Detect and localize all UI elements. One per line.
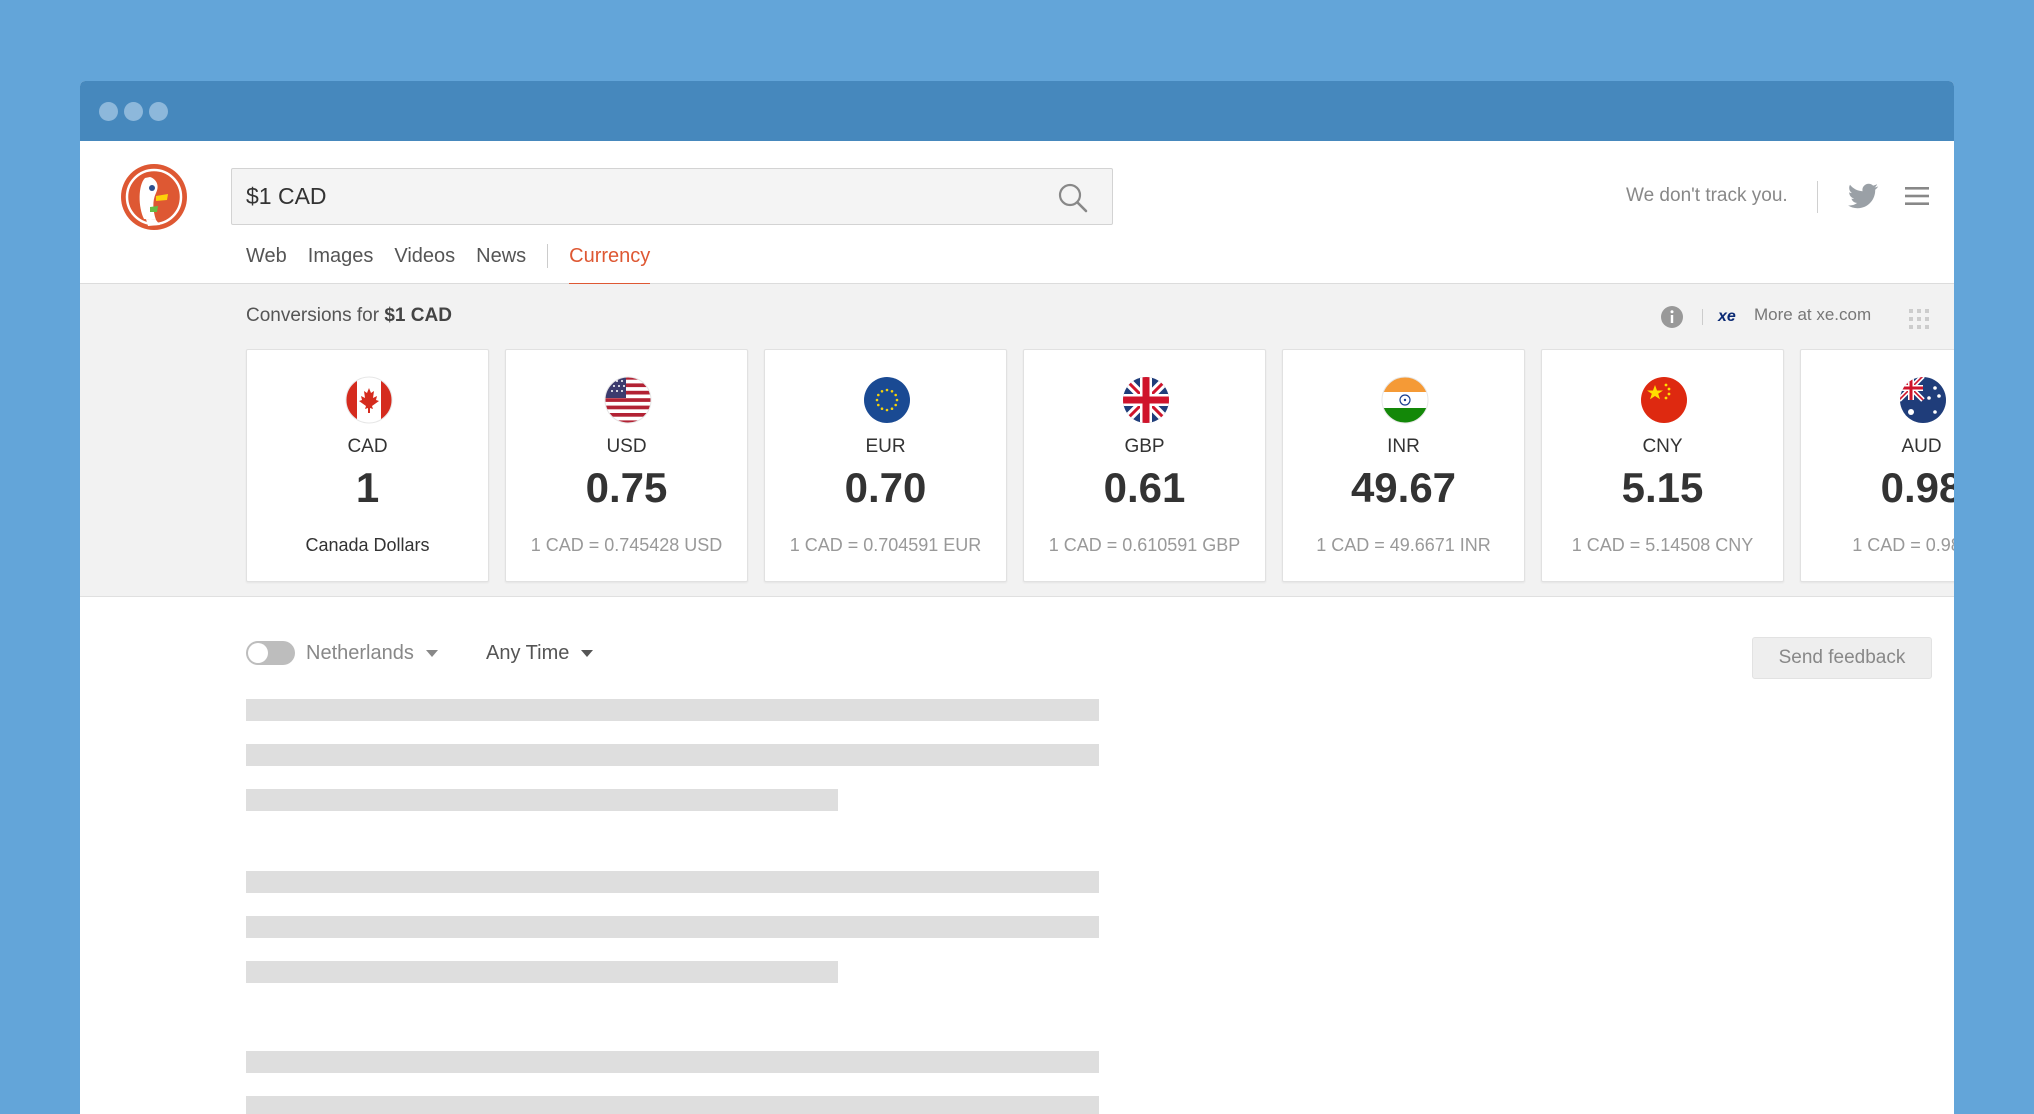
skeleton-line [246, 1051, 1099, 1073]
window-minimize-dot[interactable] [124, 102, 143, 121]
currency-rate: 1 CAD = 0.745428 USD [530, 535, 723, 555]
skeleton-line [246, 699, 1099, 721]
currency-code: USD [606, 436, 647, 457]
time-dropdown[interactable]: Any Time [486, 642, 594, 665]
currency-name: Canada Dollars [305, 535, 430, 555]
currency-value: 0.75 [585, 464, 668, 511]
currency-card-gbp[interactable]: GBP 0.61 1 CAD = 0.610591 GBP [1023, 349, 1266, 582]
tab-videos[interactable]: Videos [394, 245, 455, 284]
xe-logo[interactable]: xe [1718, 308, 1736, 326]
tab-news[interactable]: News [476, 245, 526, 284]
region-toggle[interactable] [246, 641, 295, 665]
search-icon[interactable] [1056, 181, 1090, 215]
conversions-title-amount: $1 CAD [384, 305, 452, 326]
currency-card-cny[interactable]: CNY 5.15 1 CAD = 5.14508 CNY [1541, 349, 1784, 582]
privacy-tagline[interactable]: We don't track you. [1626, 185, 1788, 207]
twitter-icon[interactable] [1847, 183, 1879, 211]
currency-value: 49.67 [1350, 464, 1457, 511]
china-flag-icon [1641, 377, 1687, 423]
search-tabs: Web Images Videos News Currency [246, 244, 671, 285]
currency-value: 0.61 [1103, 464, 1186, 511]
currency-card-inr[interactable]: INR 49.67 1 CAD = 49.6671 INR [1282, 349, 1525, 582]
skeleton-line [246, 789, 838, 811]
browser-window: $1 CAD Web Images Videos News Currency W… [80, 81, 1954, 1114]
currency-rate: 1 CAD = 0.98062 [1852, 535, 1954, 555]
skeleton-line [246, 916, 1099, 938]
menu-icon[interactable] [1905, 186, 1929, 206]
conversions-divider [1702, 309, 1703, 325]
results-filters: Netherlands Any Time Send feedback [80, 598, 1954, 679]
currency-code: GBP [1124, 436, 1165, 457]
currency-code: EUR [865, 436, 906, 457]
currency-card-aud[interactable]: AUD 0.98 1 CAD = 0.98062 [1800, 349, 1954, 582]
info-icon[interactable] [1660, 305, 1684, 329]
currency-code: CNY [1642, 436, 1683, 457]
conversions-title: Conversions for $1 CAD [246, 305, 452, 327]
currency-rate: 1 CAD = 5.14508 CNY [1571, 535, 1754, 555]
search-header: $1 CAD Web Images Videos News Currency W… [80, 141, 1954, 285]
currency-value: 0.98 [1880, 464, 1954, 511]
skeleton-line [246, 961, 838, 983]
usa-flag-icon [604, 376, 652, 424]
search-query[interactable]: $1 CAD [246, 183, 327, 210]
currency-rate: 1 CAD = 0.704591 EUR [789, 535, 982, 555]
currency-card-eur[interactable]: EUR 0.70 1 CAD = 0.704591 EUR [764, 349, 1007, 582]
window-close-dot[interactable] [99, 102, 118, 121]
currency-value: 0.70 [844, 464, 927, 511]
skeleton-line [246, 871, 1099, 893]
search-input[interactable]: $1 CAD [231, 168, 1113, 225]
currency-rate: 1 CAD = 0.610591 GBP [1048, 535, 1241, 555]
send-feedback-button[interactable]: Send feedback [1752, 637, 1932, 679]
eu-flag-icon [864, 377, 910, 423]
currency-value: 5.15 [1621, 464, 1704, 511]
region-label: Netherlands [306, 642, 414, 664]
canada-flag-icon [345, 376, 393, 424]
currency-card-cad[interactable]: CAD 1 Canada Dollars [246, 349, 489, 582]
more-at-xe-link[interactable]: More at xe.com [1754, 305, 1871, 325]
tab-images[interactable]: Images [308, 245, 374, 284]
currency-code: AUD [1901, 436, 1942, 457]
time-label: Any Time [486, 642, 570, 664]
india-flag-icon [1381, 376, 1429, 424]
region-dropdown[interactable]: Netherlands [306, 642, 438, 665]
currency-card-usd[interactable]: USD 0.75 1 CAD = 0.745428 USD [505, 349, 748, 582]
grid-view-icon[interactable] [1908, 308, 1930, 330]
currency-conversions-panel: Conversions for $1 CAD xe More at xe.com [80, 284, 1954, 597]
duckduckgo-logo-icon[interactable] [120, 163, 188, 231]
skeleton-line [246, 744, 1099, 766]
window-zoom-dot[interactable] [149, 102, 168, 121]
currency-code: CAD [347, 436, 388, 457]
caret-down-icon [425, 650, 438, 658]
title-bar [80, 81, 1954, 141]
conversions-title-prefix: Conversions for [246, 305, 385, 326]
caret-down-icon [581, 650, 594, 658]
currency-code: INR [1387, 436, 1420, 457]
skeleton-line [246, 1096, 1099, 1114]
tab-web[interactable]: Web [246, 245, 287, 284]
header-divider [1817, 181, 1818, 213]
tab-currency[interactable]: Currency [569, 245, 651, 285]
australia-flag-icon [1900, 377, 1946, 423]
currency-rate: 1 CAD = 49.6671 INR [1316, 535, 1491, 555]
uk-flag-icon [1123, 377, 1169, 423]
tab-divider [547, 244, 549, 268]
currency-value: 1 [355, 464, 380, 511]
